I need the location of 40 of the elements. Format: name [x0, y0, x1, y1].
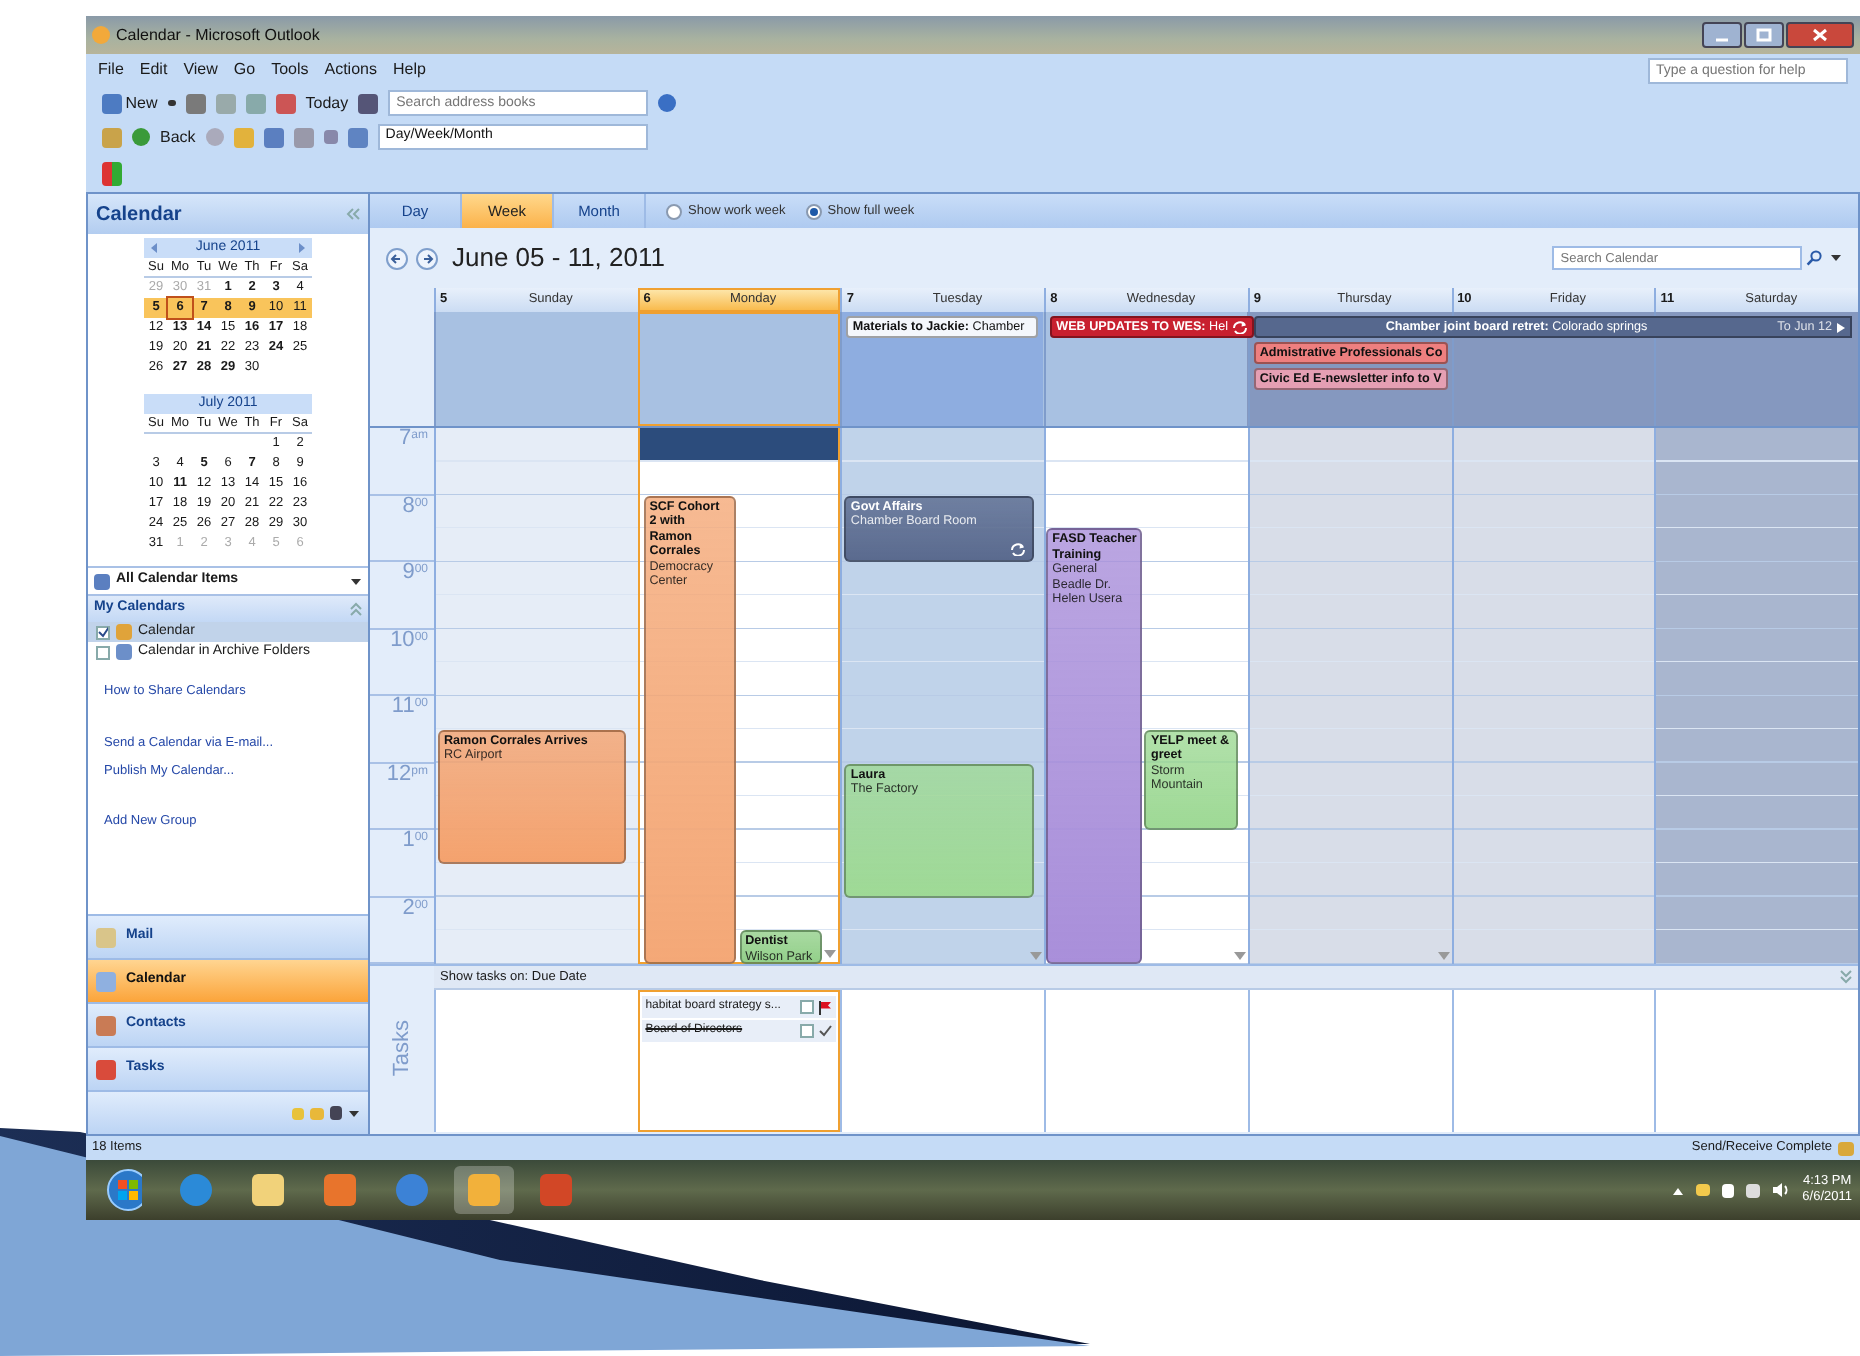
- menu-item[interactable]: File: [98, 58, 124, 82]
- collapse-icon[interactable]: [350, 602, 362, 616]
- maximize-button[interactable]: [1744, 22, 1784, 48]
- menu-item[interactable]: Help: [392, 58, 426, 82]
- next-month-icon[interactable]: [298, 238, 306, 258]
- today-button[interactable]: Today: [305, 91, 349, 115]
- date-range-title: June 05 - 11, 2011: [452, 240, 665, 277]
- maximize-icon: [1756, 28, 1772, 42]
- show-hidden-icons-icon[interactable]: [1672, 1185, 1685, 1195]
- checkbox[interactable]: [800, 1024, 815, 1038]
- help-icon: [658, 94, 677, 112]
- checkmark-icon: [818, 1024, 833, 1038]
- checkbox[interactable]: [96, 625, 110, 639]
- volume-icon[interactable]: [1772, 1182, 1791, 1198]
- continues-arrow-icon: [1835, 321, 1846, 333]
- day-column[interactable]: [1654, 428, 1858, 964]
- day-column[interactable]: [1247, 428, 1452, 964]
- checkbox[interactable]: [800, 1000, 815, 1014]
- radio-button[interactable]: [805, 203, 822, 219]
- pane-title: Calendar: [96, 201, 182, 229]
- minimize-button[interactable]: [1702, 22, 1742, 48]
- radio-button[interactable]: [666, 203, 682, 219]
- close-icon: [1812, 28, 1828, 42]
- search-icon[interactable]: [1806, 250, 1822, 266]
- recurrence-icon: [1010, 542, 1027, 556]
- recurrence-icon: [1231, 320, 1248, 334]
- tasks-label: Tasks: [387, 1020, 416, 1078]
- window-title: Calendar - Microsoft Outlook: [116, 23, 320, 47]
- menu-item[interactable]: View: [183, 58, 218, 82]
- menu-item[interactable]: Actions: [324, 58, 377, 82]
- new-button[interactable]: New: [125, 91, 158, 115]
- menu-item[interactable]: Go: [233, 58, 256, 82]
- menu-item[interactable]: Edit: [139, 58, 168, 82]
- menu-item[interactable]: Tools: [271, 58, 309, 82]
- previous-month-icon[interactable]: [150, 238, 158, 258]
- collapse-icon[interactable]: [346, 208, 360, 220]
- close-button[interactable]: [1786, 22, 1854, 48]
- expand-icon[interactable]: [1840, 970, 1852, 984]
- back-button[interactable]: Back: [160, 125, 196, 149]
- checkbox[interactable]: [96, 645, 110, 659]
